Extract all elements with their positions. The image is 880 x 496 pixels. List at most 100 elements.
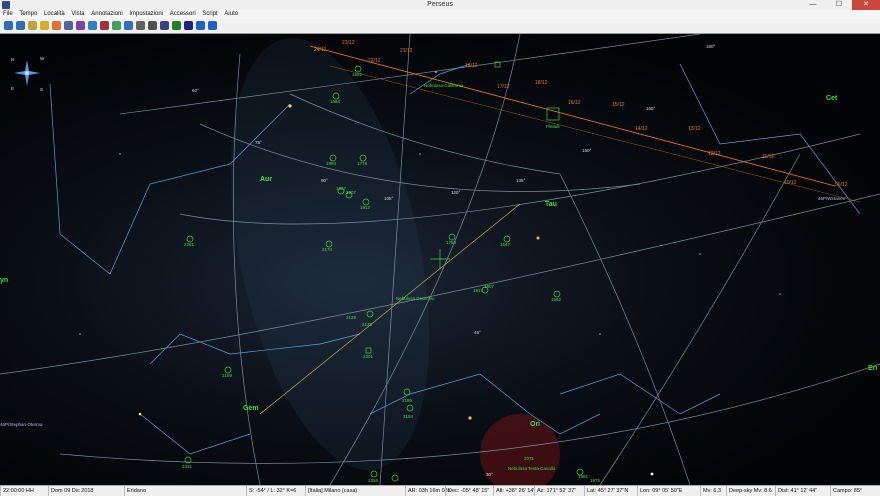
object-label: 2129 [362, 322, 373, 327]
print-icon[interactable] [148, 21, 157, 30]
menu-vista[interactable]: Vista [71, 11, 84, 17]
constellation-name: yn [0, 277, 8, 284]
date-label: 12/12 [708, 151, 721, 157]
date-label: 17/12 [497, 84, 510, 90]
menu-file[interactable]: File [3, 11, 13, 17]
stars [79, 70, 781, 476]
date-label: 15/12 [612, 102, 625, 108]
horizon-icon[interactable] [112, 21, 121, 30]
compass-e: E [11, 86, 14, 91]
object-label: 1807 [484, 284, 495, 289]
object-label: 2129 [346, 315, 357, 320]
object-label: 1582 [352, 72, 363, 77]
undo-icon[interactable] [196, 21, 205, 30]
grid-label: 105° [384, 196, 394, 201]
grid-label: 150° [582, 148, 592, 153]
grid-label: 60° [192, 88, 199, 93]
date-label: 21/12 [400, 48, 413, 54]
save-icon[interactable] [160, 21, 169, 30]
date-label: 23/12 [342, 40, 355, 46]
nebula-name: Pleiadi [546, 124, 560, 129]
constellation-name: Eri [868, 365, 877, 372]
telescope-icon[interactable] [136, 21, 145, 30]
compass-s: S [40, 87, 43, 92]
maximize-button[interactable]: ☐ [826, 0, 852, 10]
crosshair-icon [430, 249, 450, 269]
object-label: 1750 [446, 240, 457, 245]
deepsky-icon[interactable] [64, 21, 73, 30]
object-label: 1662 [551, 297, 562, 302]
sky-map[interactable]: 23/12 22/12 24/12 21/12 19/12 17/12 18/1… [0, 34, 880, 485]
grid-label: 180° [706, 44, 716, 49]
compass-icon [14, 60, 40, 86]
grid-label: 75° [255, 140, 262, 145]
sky-chart: 23/12 22/12 24/12 21/12 19/12 17/12 18/1… [0, 34, 880, 485]
menu-bar: File Tempo Località Vista Annotazioni Im… [0, 10, 880, 19]
menu-impostazioni[interactable]: Impostazioni [129, 11, 163, 17]
label-icon[interactable] [100, 21, 109, 30]
toolbar [0, 19, 880, 34]
object-label: 1817 [473, 288, 484, 293]
constellation-lines [49, 63, 861, 455]
date-label: 14/12 [635, 126, 648, 132]
minimize-button[interactable]: — [800, 0, 826, 10]
object-label: 2071 [524, 456, 535, 461]
menu-accessori[interactable]: Accessori [170, 11, 196, 17]
step-icon[interactable] [184, 21, 193, 30]
date-label: 11/12 [762, 154, 774, 160]
status-bar: 22:00:00 HH Dom 09 Dic 2018 Eridano S: -… [0, 485, 880, 496]
zoom-out-icon[interactable] [16, 21, 25, 30]
play-icon[interactable] [172, 21, 181, 30]
object-label: 2174 [322, 247, 333, 252]
menu-annotazioni[interactable]: Annotazioni [91, 11, 122, 17]
grid-label: 135° [516, 178, 526, 183]
close-button[interactable]: ✕ [852, 0, 880, 10]
redo-icon[interactable] [208, 21, 217, 30]
date-label: 09/12 [835, 182, 848, 188]
object-label: 1975 [590, 478, 601, 483]
object-label: 2194 [403, 414, 414, 419]
date-label: 16/12 [568, 100, 581, 106]
object-label: 1647 [500, 242, 511, 247]
compass-icon[interactable] [124, 21, 133, 30]
grid-icon[interactable] [28, 21, 37, 30]
constellation-icon[interactable] [88, 21, 97, 30]
constellation-name: Tau [545, 201, 557, 208]
object-label: 1907 [346, 190, 357, 195]
nebula-name: Nebulosa Granchio [396, 296, 435, 301]
menu-localita[interactable]: Località [44, 11, 65, 17]
zoom-in-icon[interactable] [4, 21, 13, 30]
star-icon[interactable] [40, 21, 49, 30]
constellation-name: Cet [826, 95, 838, 102]
object-label: 2331 [182, 464, 193, 469]
grid-label: 90° [321, 178, 328, 183]
object-label: 2301 [363, 354, 374, 359]
object-label: 1893 [326, 161, 337, 166]
date-label: 18/12 [535, 80, 548, 86]
constellation-names: Cet Tau Aur Ori Gem yn Eri [0, 95, 877, 428]
object-label: 1778 [357, 161, 368, 166]
nebula-name: Nebulosa Testa Cavallo [508, 466, 556, 471]
grid-label: 120° [451, 190, 461, 195]
compass-w: W [40, 56, 45, 61]
object-label: 2186 [402, 398, 413, 403]
comet-icon[interactable] [76, 21, 85, 30]
menu-script[interactable]: Script [202, 11, 217, 17]
compass-n: N [11, 57, 14, 62]
planet-icon[interactable] [52, 21, 61, 30]
menu-tempo[interactable]: Tempo [19, 11, 37, 17]
comet-name: 46P/Stephan-Oterma [0, 422, 43, 427]
date-label: 10/12 [784, 180, 797, 186]
object-label: 1981 [578, 474, 589, 479]
object-label: 2169 [222, 373, 233, 378]
window-title: Perseus [427, 1, 453, 8]
menu-aiuto[interactable]: Aiuto [224, 11, 238, 17]
object-label: 1664 [330, 99, 341, 104]
nebula-name: Nebulosa California [424, 83, 464, 88]
constellation-name: Ori [530, 421, 540, 428]
object-label: 1857 [336, 186, 347, 191]
comet-name: 46P/Wirtanen [818, 196, 846, 201]
date-label: 19/12 [465, 63, 478, 69]
constellation-name: Aur [260, 176, 272, 183]
object-label: 2281 [184, 242, 195, 247]
